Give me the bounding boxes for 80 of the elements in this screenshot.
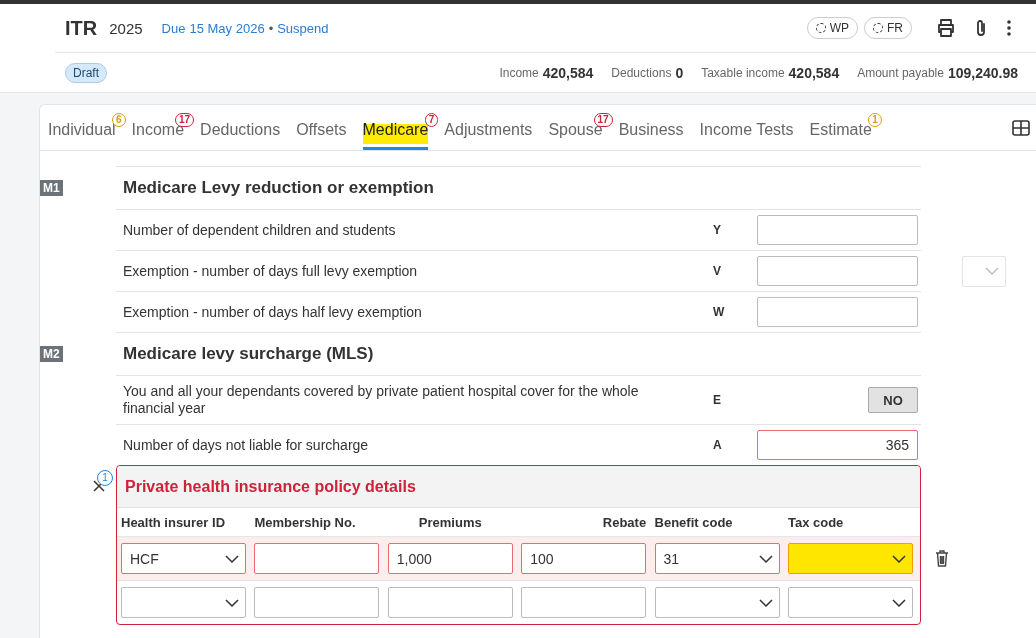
count-badge: 17 [593, 113, 613, 127]
summary-value: 420,584 [788, 64, 840, 81]
input-field[interactable] [757, 297, 918, 327]
column-header: Rebate [601, 514, 647, 530]
section-title: Medicare levy surcharge (MLS) [123, 344, 374, 364]
grid-icon[interactable] [1012, 120, 1030, 136]
toggle-button[interactable]: NO [868, 387, 918, 413]
separator-dot: • [268, 20, 274, 36]
field-code: Y [713, 223, 722, 237]
field-code: V [713, 264, 722, 278]
field-code: W [713, 305, 726, 319]
count-badge: 17 [174, 113, 195, 127]
input-field[interactable]: 100 [521, 543, 647, 574]
column-header: Tax code [787, 514, 845, 530]
close-icon[interactable] [93, 480, 105, 492]
field-label: You and all your dependants covered by private patient hospital cover for the whole financial year [123, 383, 639, 416]
select-field[interactable] [121, 587, 246, 618]
summary-label: Taxable income [701, 65, 785, 80]
due-label: Due [161, 20, 186, 36]
section-code: M2 [40, 346, 63, 362]
column-header: Membership No. [254, 514, 357, 530]
select-field[interactable] [787, 587, 913, 618]
field-label: Number of days not liable for surcharge [123, 436, 369, 453]
form-year: 2025 [109, 19, 143, 37]
field-label: Number of dependent children and students [123, 221, 396, 238]
count-badge: 1 [97, 470, 113, 486]
more-icon[interactable] [1006, 19, 1012, 37]
select-field[interactable]: 31 [654, 543, 780, 574]
paperclip-icon[interactable] [974, 18, 988, 38]
chevron-down-icon [985, 267, 999, 275]
print-icon[interactable] [936, 18, 956, 38]
input-field[interactable]: 1,000 [387, 543, 513, 574]
input-field[interactable] [254, 587, 380, 618]
input-field[interactable]: 365 [757, 430, 918, 460]
input-field[interactable] [757, 256, 918, 286]
field-code: E [713, 393, 722, 407]
chevron-down-icon [758, 598, 773, 607]
chevron-down-icon [891, 554, 906, 563]
dropdown[interactable] [962, 255, 1006, 287]
select-field[interactable] [787, 543, 913, 574]
suspend-link[interactable]: Suspend [277, 20, 329, 36]
tab[interactable]: Adjustments [444, 121, 533, 150]
summary-value: 109,240.98 [947, 64, 1018, 81]
status-chip[interactable]: FR [864, 17, 912, 39]
summary-value: 420,584 [542, 64, 594, 81]
tab[interactable]: Income Tests [699, 121, 794, 150]
due-date: 15 May 2026 [189, 20, 265, 36]
summary-label: Income [499, 65, 539, 80]
column-header: Premiums [417, 514, 483, 530]
trash-icon[interactable] [935, 550, 949, 567]
panel-title: Private health insurance policy details [117, 466, 920, 508]
input-field[interactable] [757, 215, 918, 245]
field-code: A [713, 438, 723, 452]
summary-label: Deductions [611, 65, 672, 80]
chevron-down-icon [225, 598, 239, 607]
input-field[interactable] [254, 543, 380, 574]
field-label: Exemption - number of days full levy exemption [123, 262, 418, 279]
tab[interactable]: Deductions [200, 121, 281, 150]
section-title: Medicare Levy reduction or exemption [123, 178, 434, 198]
column-header: Benefit code [654, 514, 734, 530]
status-badge: Draft [65, 62, 107, 83]
section-code: M1 [40, 180, 63, 196]
input-field[interactable] [521, 587, 647, 618]
chevron-down-icon [758, 554, 773, 563]
tab[interactable]: Business [618, 121, 684, 150]
select-field[interactable]: HCF [121, 543, 246, 574]
status-chip[interactable]: WP [806, 17, 858, 39]
tab[interactable]: Offsets [296, 121, 347, 150]
input-field[interactable] [387, 587, 513, 618]
form-title: ITR [65, 16, 98, 40]
select-field[interactable] [654, 587, 780, 618]
summary-value: 0 [675, 64, 684, 81]
tab[interactable]: Medicare [362, 121, 429, 150]
field-label: Exemption - number of days half levy exemption [123, 303, 422, 320]
chevron-down-icon [225, 554, 239, 563]
chevron-down-icon [891, 598, 906, 607]
summary-label: Amount payable [857, 65, 944, 80]
count-badge: 7 [424, 113, 439, 127]
count-badge: 1 [868, 113, 882, 127]
column-header: Health insurer ID [121, 514, 227, 530]
